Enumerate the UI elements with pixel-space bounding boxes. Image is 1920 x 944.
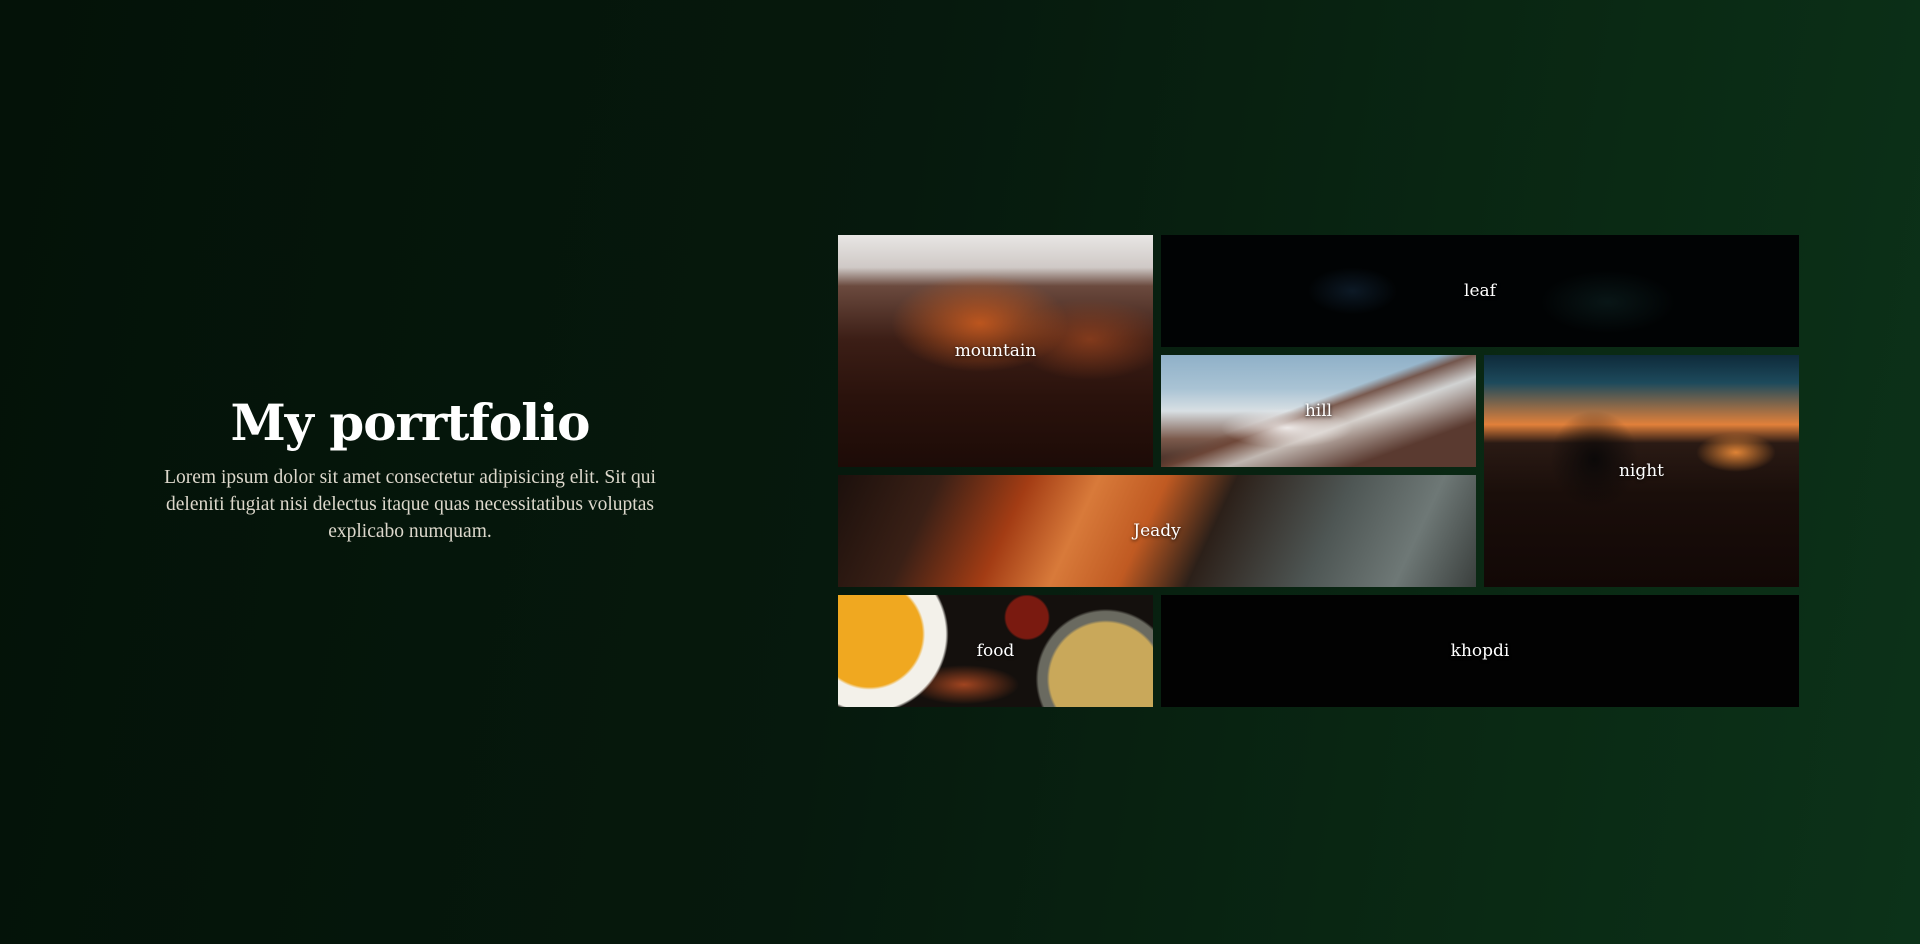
- tile-label-khopdi: khopdi: [1450, 641, 1510, 661]
- portfolio-gallery: mountain leaf hill night Jeady food khop…: [838, 235, 1799, 707]
- gallery-tile-food[interactable]: food: [838, 595, 1153, 707]
- tile-label-night: night: [1618, 461, 1665, 481]
- tile-label-leaf: leaf: [1464, 281, 1496, 301]
- gallery-tile-mountain[interactable]: mountain: [838, 235, 1153, 467]
- tile-label-mountain: mountain: [954, 341, 1037, 361]
- gallery-tile-night[interactable]: night: [1484, 355, 1799, 587]
- intro-description: Lorem ipsum dolor sit amet consectetur a…: [164, 467, 656, 542]
- tile-label-hill: hill: [1304, 401, 1333, 421]
- tile-label-food: food: [976, 641, 1015, 661]
- gallery-tile-hill[interactable]: hill: [1161, 355, 1476, 467]
- gallery-tile-khopdi[interactable]: khopdi: [1161, 595, 1799, 707]
- intro-section: My porrtfolio Lorem ipsum dolor sit amet…: [140, 395, 680, 545]
- page-title: My porrtfolio: [230, 393, 590, 452]
- gallery-tile-leaf[interactable]: leaf: [1161, 235, 1799, 347]
- tile-label-jeady: Jeady: [1133, 521, 1181, 541]
- gallery-tile-jeady[interactable]: Jeady: [838, 475, 1476, 587]
